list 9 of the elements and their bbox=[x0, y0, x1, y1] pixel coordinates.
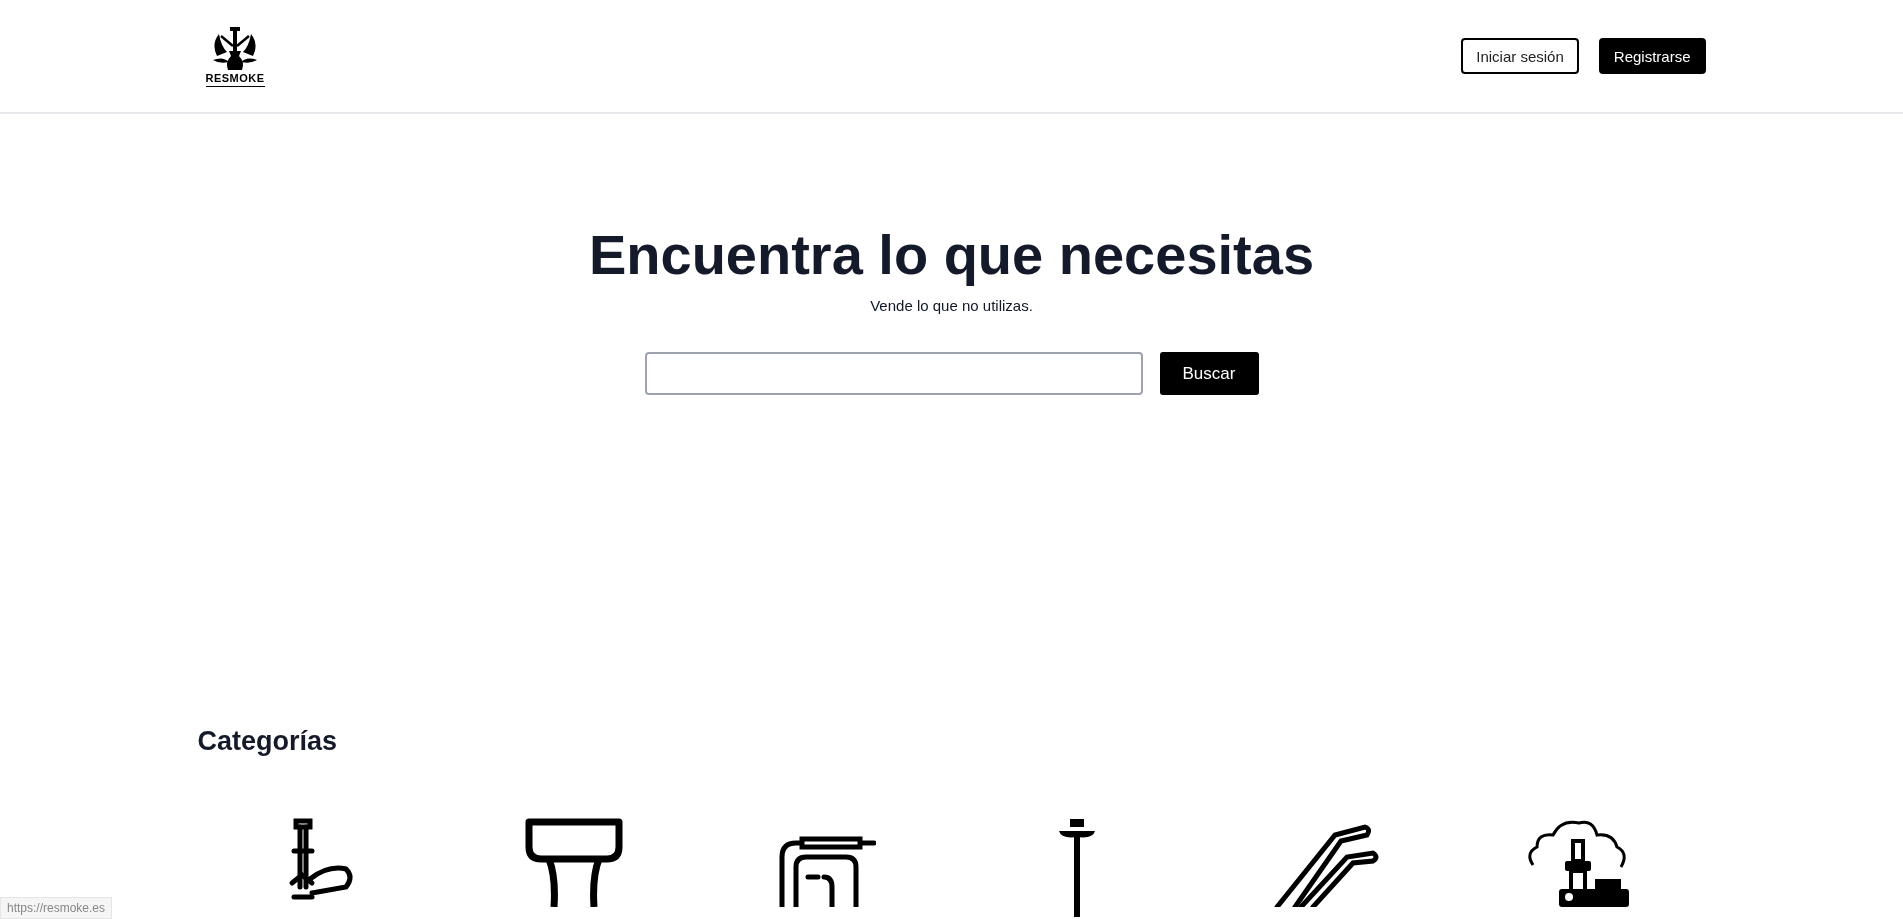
hero-subtitle: Vende lo que no utilizas. bbox=[870, 297, 1033, 314]
status-url: https://resmoke.es bbox=[0, 897, 113, 919]
logo[interactable]: RESMOKE bbox=[205, 25, 265, 87]
register-button[interactable]: Registrarse bbox=[1598, 38, 1706, 74]
hero-title: Encuentra lo que necesitas bbox=[588, 222, 1315, 287]
section-title: Categorías bbox=[197, 726, 339, 757]
login-button[interactable]: Iniciar sesión bbox=[1461, 38, 1579, 74]
search-button[interactable]: Buscar bbox=[1159, 352, 1259, 395]
logo-text: RESMOKE bbox=[205, 71, 265, 87]
